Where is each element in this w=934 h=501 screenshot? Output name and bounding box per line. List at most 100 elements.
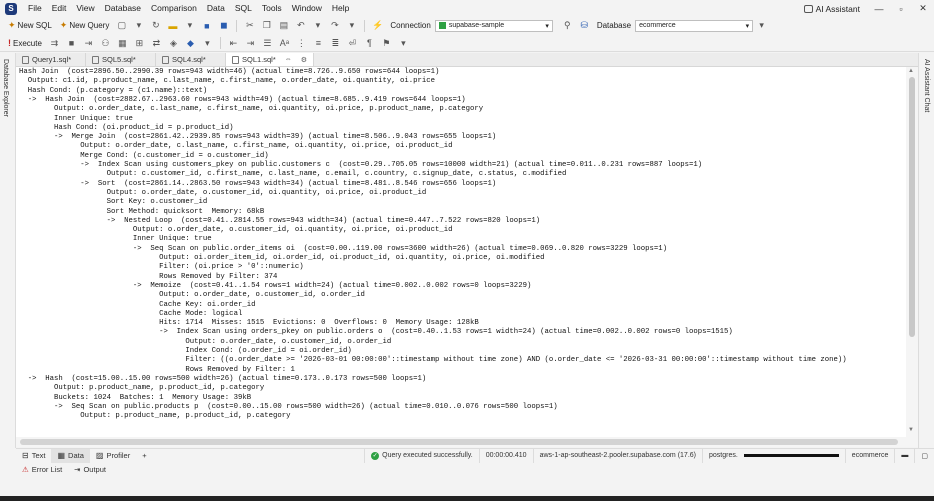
horizontal-scrollbar[interactable]	[16, 437, 918, 447]
scroll-up-icon[interactable]: ▲	[908, 68, 914, 74]
whitespace-icon[interactable]: ¶	[363, 37, 376, 50]
database-explorer-strip[interactable]: Database Explorer	[0, 53, 16, 448]
database-explorer-label[interactable]: Database Explorer	[2, 59, 9, 117]
tab-text[interactable]: ⊟ Text	[16, 449, 51, 463]
tab-profiler-label: Profiler	[106, 451, 131, 460]
tab-sql4[interactable]: SQL4.sql*	[156, 53, 226, 66]
output-tab[interactable]: ⇥ Output	[68, 465, 112, 474]
dropdown-arrow-icon[interactable]: ▾	[132, 19, 145, 32]
scroll-down-icon[interactable]: ▼	[908, 427, 914, 433]
database-icon: ⛁	[580, 20, 589, 30]
tab-profiler[interactable]: ▨ Profiler	[90, 449, 136, 463]
pin-tab-icon[interactable]: ⇔	[285, 56, 292, 63]
plan-line: Hits: 1714 Misses: 1515 Evictions: 0 Ove…	[19, 319, 479, 328]
plan-line: Output: o.order_date, o.customer_id, oi.…	[19, 188, 427, 197]
execute-current-icon[interactable]: ⇉	[48, 37, 61, 50]
comment-icon[interactable]: ☰	[261, 37, 274, 50]
horizontal-scroll-thumb[interactable]	[20, 439, 898, 445]
execute-button[interactable]: ! Execute	[4, 36, 46, 51]
ai-assistant-button[interactable]: AI Assistant	[796, 4, 868, 14]
plan-line: -> Hash (cost=15.00..15.00 rows=500 widt…	[19, 374, 427, 383]
ai-assistant-chat-label[interactable]: AI Assistant Chat	[923, 59, 930, 112]
menu-item-database[interactable]: Database	[100, 0, 146, 17]
align-right-icon[interactable]: ≣	[329, 37, 342, 50]
redo-dropdown-icon[interactable]: ▾	[345, 19, 358, 32]
menu-item-file[interactable]: File	[23, 0, 47, 17]
tab-settings-icon[interactable]: ⚙	[301, 56, 307, 64]
minimize-button[interactable]: —	[868, 4, 890, 14]
menu-item-help[interactable]: Help	[327, 0, 354, 17]
commit-icon[interactable]: ⇄	[150, 37, 163, 50]
align-left-icon[interactable]: ≡	[312, 37, 325, 50]
vertical-scrollbar[interactable]: ▲ ▼	[906, 67, 918, 437]
plan-line: Filter: (oi.price > '0'::numeric)	[19, 263, 304, 272]
paste-icon[interactable]: ▤	[277, 19, 290, 32]
error-list-tab[interactable]: ⚠ Error List	[16, 465, 68, 474]
toolbar-options-icon[interactable]: ▾	[755, 19, 768, 32]
menu-item-edit[interactable]: Edit	[47, 0, 72, 17]
maximize-button[interactable]: ▫	[890, 4, 912, 14]
plan-line: Sort Method: quicksort Memory: 68kB	[19, 207, 265, 216]
ai-assistant-icon	[803, 4, 813, 13]
menu-item-data[interactable]: Data	[202, 0, 230, 17]
indent-icon[interactable]: ⇥	[244, 37, 257, 50]
document-tabs: Query1.sql* SQL5.sql* SQL4.sql* SQL1.sql…	[16, 53, 918, 67]
plan-line: Cache Mode: logical	[19, 309, 243, 318]
save-icon[interactable]: ■	[200, 19, 213, 32]
word-wrap-icon[interactable]: ⏎	[346, 37, 359, 50]
uppercase-icon[interactable]: Aᵃ	[278, 37, 291, 50]
tab-data[interactable]: ▦ Data	[51, 448, 90, 463]
outdent-icon[interactable]: ⇤	[227, 37, 240, 50]
bookmark-icon[interactable]: ◆	[184, 37, 197, 50]
toolbar-separator	[364, 19, 366, 32]
plan-line: Output: c.customer_id, c.first_name, c.l…	[19, 170, 567, 179]
menu-item-tools[interactable]: Tools	[257, 0, 287, 17]
refresh-objects-icon[interactable]: ↻	[149, 19, 162, 32]
close-button[interactable]: ✕	[912, 3, 934, 14]
cut-icon[interactable]: ✂	[243, 19, 256, 32]
tab-sql1[interactable]: SQL1.sql* ⇔ ⚙	[226, 53, 315, 66]
copy-icon[interactable]: ❐	[260, 19, 273, 32]
menu-item-window[interactable]: Window	[287, 0, 327, 17]
panel-layout-icon[interactable]: ▬	[894, 448, 914, 463]
explain-plan-icon[interactable]: ⚇	[99, 37, 112, 50]
grid-icon[interactable]: ▦	[116, 37, 129, 50]
more-dropdown-icon[interactable]: ▾	[201, 37, 214, 50]
new-sql-button[interactable]: ✦ New SQL	[4, 18, 56, 33]
add-tab-button[interactable]: +	[136, 449, 152, 463]
bookmarks-icon[interactable]: ⚑	[380, 37, 393, 50]
toolbar-separator	[219, 37, 221, 49]
transaction-icon[interactable]: ⊞	[133, 37, 146, 50]
plan-line: Output: p.product_name, p.product_id, p.…	[19, 412, 291, 421]
database-select[interactable]: ecommerce ▾	[635, 19, 754, 32]
menu-item-sql[interactable]: SQL	[230, 0, 257, 17]
open-dropdown-icon[interactable]: ▾	[183, 19, 196, 32]
format-icon[interactable]: ⋮	[295, 37, 308, 50]
undo-dropdown-icon[interactable]: ▾	[311, 19, 324, 32]
plan-text-editor[interactable]: Hash Join (cost=2896.50..2990.39 rows=94…	[16, 67, 918, 437]
sql-toolbar: ! Execute ⇉ ■ ⇥ ⚇ ▦ ⊞ ⇄ ◈ ◆ ▾ ⇤ ⇥ ☰ Aᵃ ⋮…	[0, 35, 934, 52]
redo-icon[interactable]: ↷	[328, 19, 341, 32]
new-query-button[interactable]: ✦ New Query	[56, 18, 114, 33]
execution-message: Query executed successfully.	[382, 452, 473, 459]
open-folder-icon[interactable]: ▬	[166, 19, 179, 32]
undo-icon[interactable]: ↶	[294, 19, 307, 32]
chevron-down-icon: ▾	[745, 22, 750, 30]
stop-icon[interactable]: ■	[65, 37, 78, 50]
tab-query1[interactable]: Query1.sql*	[16, 53, 86, 66]
tab-sql5[interactable]: SQL5.sql*	[86, 53, 156, 66]
menu-bar: File Edit View Database Comparison Data SQL Too…	[23, 0, 354, 17]
save-all-icon[interactable]: ◼	[217, 19, 230, 32]
plan-line: Output: o.order_date, o.customer_id, oi.…	[19, 226, 453, 235]
disconnect-icon[interactable]: ⚲	[561, 19, 574, 32]
vertical-scroll-thumb[interactable]	[909, 77, 915, 337]
new-file-icon[interactable]: ▢	[115, 19, 128, 32]
menu-item-comparison[interactable]: Comparison	[146, 0, 202, 17]
connection-select[interactable]: supabase-sample ▾	[434, 19, 553, 32]
execute-to-cursor-icon[interactable]: ⇥	[82, 37, 95, 50]
tools-dropdown-icon[interactable]: ▾	[397, 37, 410, 50]
rollback-icon[interactable]: ◈	[167, 37, 180, 50]
menu-item-view[interactable]: View	[71, 0, 99, 17]
ai-assistant-chat-strip[interactable]: AI Assistant Chat	[918, 53, 934, 448]
maximize-panel-icon[interactable]: ▢	[914, 448, 934, 463]
